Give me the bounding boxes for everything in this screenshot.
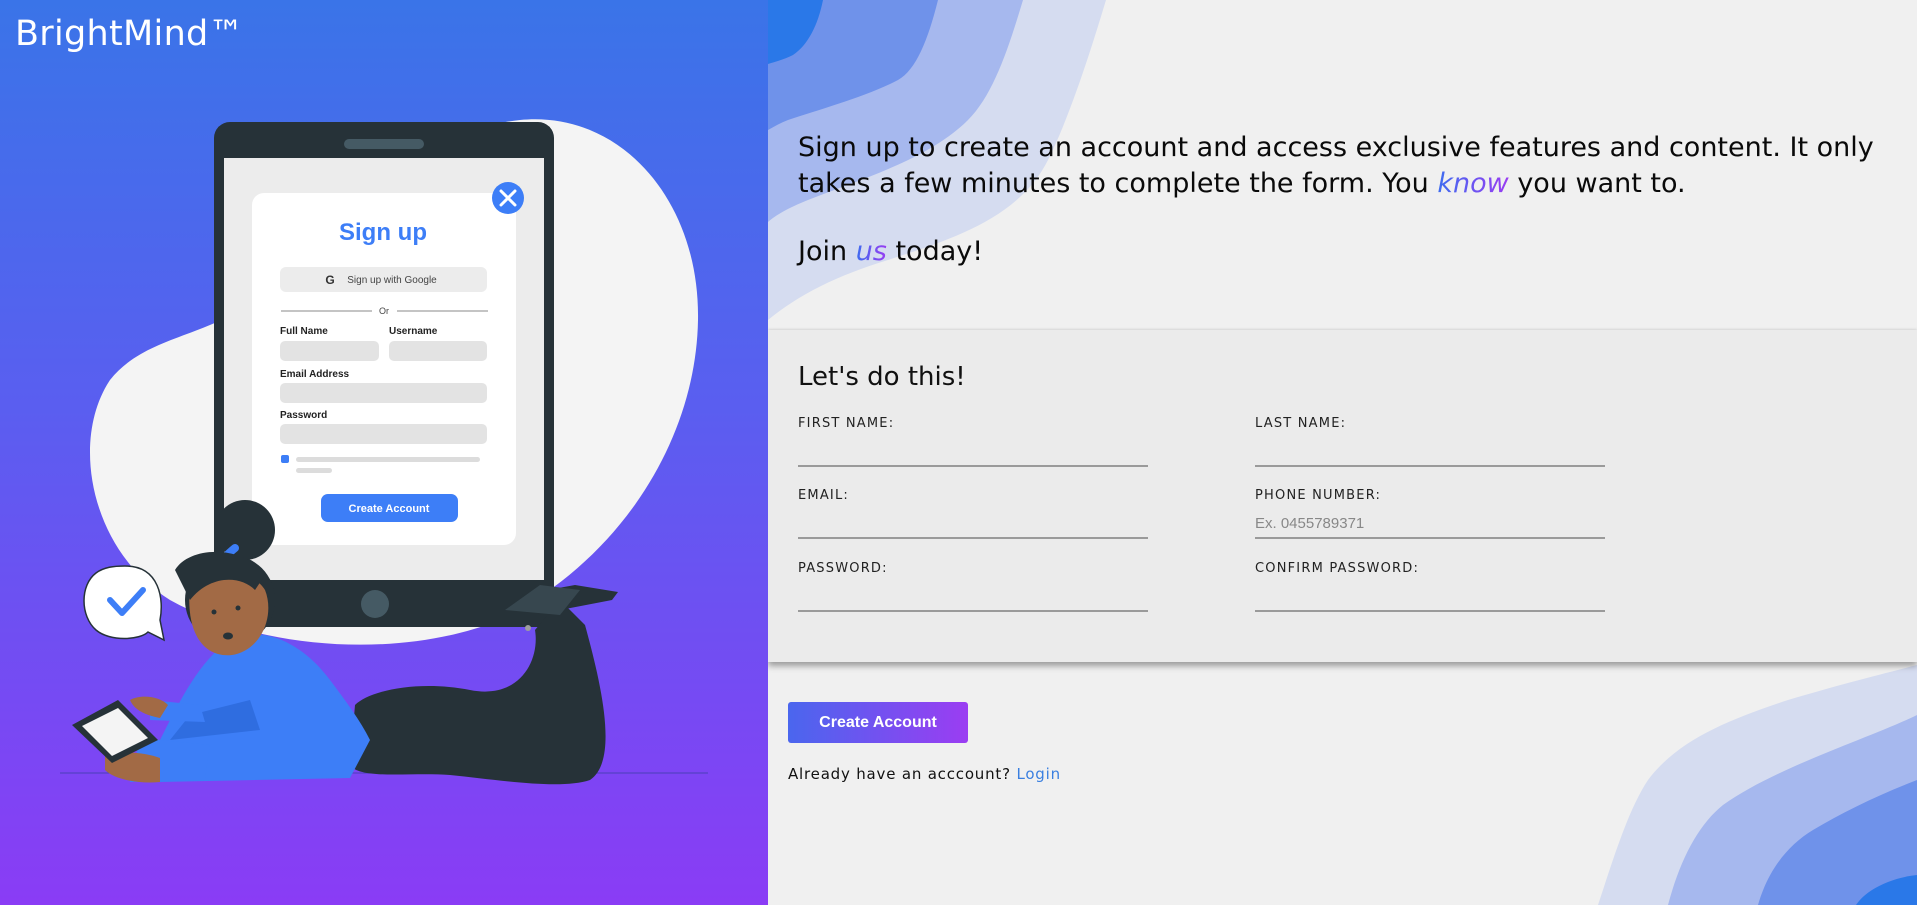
password-input[interactable] [798, 582, 1148, 612]
mock-google-label: Sign up with Google [347, 275, 437, 286]
join-text: Join us today! [798, 236, 983, 267]
join-suffix: today! [886, 236, 984, 267]
tablet-home-button [361, 590, 389, 618]
hero-panel: BrightMind™ Sign up G Sign up with Googl… [0, 0, 768, 905]
join-highlight-us: us [855, 236, 887, 267]
intro-text: Sign up to create an account and access … [798, 130, 1898, 202]
signup-form: Let's do this! FIRST NAME: LAST NAME: EM… [768, 330, 1917, 662]
last-name-group: LAST NAME: [1255, 416, 1605, 467]
last-name-label: LAST NAME: [1255, 416, 1347, 431]
mock-full-name-label: Full Name [280, 326, 328, 337]
signup-illustration: Sign up G Sign up with Google Or Full Na… [60, 119, 708, 785]
join-prefix: Join [798, 236, 856, 267]
phone-label: PHONE NUMBER: [1255, 488, 1382, 503]
email-group: EMAIL: [798, 488, 1148, 539]
intro-part1: Sign up to create an account and access … [798, 132, 1874, 199]
intro-part2: you want to. [1508, 168, 1686, 199]
login-prompt: Already have an acccount? Login [788, 765, 1061, 783]
mock-create-label: Create Account [349, 503, 430, 515]
login-link[interactable]: Login [1016, 765, 1060, 783]
intro-highlight-know: know [1437, 168, 1509, 199]
first-name-label: FIRST NAME: [798, 416, 895, 431]
last-name-input[interactable] [1255, 437, 1605, 467]
create-account-button[interactable]: Create Account [788, 702, 968, 743]
email-input[interactable] [798, 509, 1148, 539]
mock-or-label: Or [379, 306, 389, 316]
first-name-group: FIRST NAME: [798, 416, 1148, 467]
mock-password-label: Password [280, 410, 327, 421]
phone-group: PHONE NUMBER: [1255, 488, 1605, 539]
first-name-input[interactable] [798, 437, 1148, 467]
mock-form-title: Sign up [339, 219, 427, 246]
password-group: PASSWORD: [798, 561, 1148, 612]
form-title: Let's do this! [798, 362, 966, 392]
confirm-password-group: CONFIRM PASSWORD: [1255, 561, 1605, 612]
login-prompt-text: Already have an acccount? [788, 765, 1011, 783]
signup-panel: Sign up to create an account and access … [768, 0, 1917, 905]
mock-username-label: Username [389, 326, 438, 337]
password-label: PASSWORD: [798, 561, 888, 576]
confirm-password-input[interactable] [1255, 582, 1605, 612]
phone-input[interactable] [1255, 509, 1605, 539]
google-icon: G [325, 273, 334, 287]
mock-email-label: Email Address [280, 369, 350, 380]
tablet-speaker [344, 139, 424, 149]
email-label: EMAIL: [798, 488, 849, 503]
confirm-password-label: CONFIRM PASSWORD: [1255, 561, 1420, 576]
